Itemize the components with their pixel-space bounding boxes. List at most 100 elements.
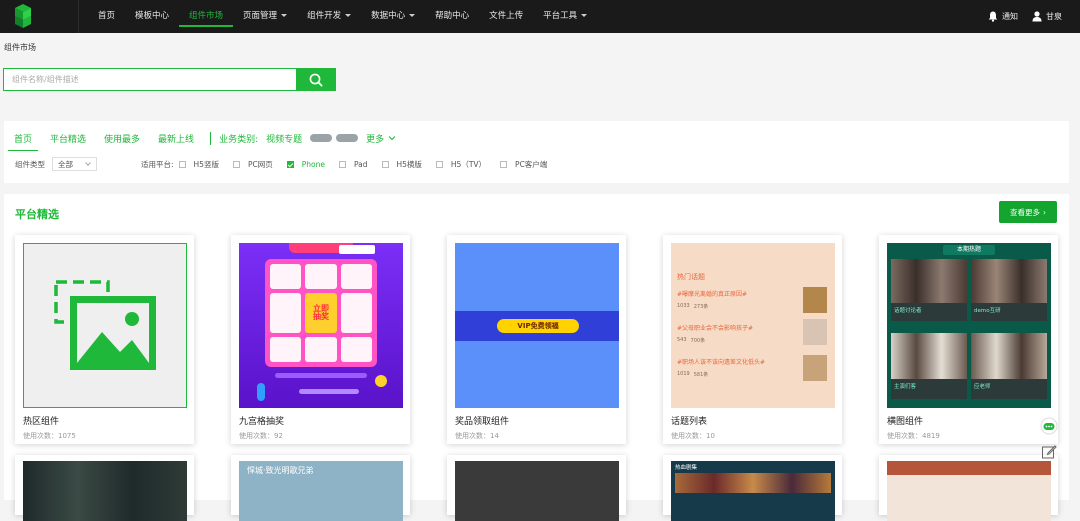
component-card[interactable]: VIP免费领福 奖品领取组件 使用次数：14: [447, 235, 626, 444]
component-card[interactable]: [15, 455, 194, 521]
card-usage: 使用次数：92: [239, 432, 283, 440]
type-select-value: 全部: [58, 159, 73, 169]
hot-tile: 应老师: [971, 333, 1047, 399]
prize-cell: [270, 337, 302, 362]
filter-tabs: 首页 平台精选 使用最多 最新上线 业务类别: 视频专题 更多: [7, 131, 396, 151]
logo-icon[interactable]: [13, 4, 33, 28]
prize-cell: [270, 264, 302, 289]
card-title: 奖品领取组件: [455, 417, 510, 427]
tab-home[interactable]: 首页: [7, 132, 39, 151]
chevron-down-icon: [345, 14, 352, 17]
user-menu[interactable]: 甘泉: [1032, 11, 1062, 22]
platform-pad[interactable]: Pad: [338, 159, 368, 169]
card-usage: 使用次数：1075: [23, 432, 76, 440]
topic-posts: 581条: [693, 372, 709, 378]
checkbox[interactable]: [500, 160, 508, 168]
topic-avatar: [803, 287, 827, 313]
lottery-footer-bar: [275, 373, 367, 378]
biz-category-blurred[interactable]: [310, 134, 333, 142]
nav-item-tools[interactable]: 平台工具: [533, 0, 597, 33]
topic-avatar: [803, 355, 827, 381]
checkbox[interactable]: [232, 160, 240, 168]
chevron-down-icon: [581, 14, 588, 17]
chevron-down-icon: [281, 14, 288, 17]
see-more-label: 查看更多: [1010, 207, 1040, 217]
topic-item: #父母职业会不会影响孩子# 543 700条: [677, 319, 827, 351]
nav-item-data-center[interactable]: 数据中心: [361, 0, 425, 33]
platform-h5-vertical[interactable]: H5竖版: [178, 159, 219, 170]
platform-pc-client[interactable]: PC客户端: [500, 159, 547, 170]
component-card[interactable]: [879, 455, 1058, 521]
chevron-right-icon: ›: [1043, 207, 1046, 217]
tabs-divider: [210, 131, 212, 145]
search-input[interactable]: [3, 68, 296, 91]
platform-label-text: Phone: [301, 159, 325, 169]
search-button[interactable]: [296, 68, 336, 91]
platform-label-text: Pad: [353, 159, 368, 169]
topic-views: 1033: [677, 303, 690, 309]
biz-category-blurred[interactable]: [336, 134, 359, 142]
hot-tile-image: [891, 333, 967, 379]
nav-item-home[interactable]: 首页: [88, 0, 125, 33]
platform-label: 适用平台:: [141, 159, 174, 169]
notify-button[interactable]: 通知: [988, 11, 1018, 22]
card-thumbnail: 悍城·致光明歌兄弟: [239, 461, 403, 521]
nav-item-help[interactable]: 帮助中心: [425, 0, 479, 33]
row2-strip: [887, 461, 1051, 475]
platform-phone[interactable]: Phone: [286, 159, 325, 169]
platform-label-text: PC网页: [247, 159, 273, 169]
type-label: 组件类型: [15, 159, 45, 169]
card-thumbnail: [23, 461, 187, 521]
prize-cell: [270, 292, 302, 334]
biz-category-video[interactable]: 视频专题: [266, 132, 302, 145]
row2-strip: [675, 473, 831, 493]
topic-item: #曝摩光离婚的真正原因# 1033 273条: [677, 287, 827, 317]
type-select[interactable]: 全部: [52, 157, 97, 171]
topic-views: 543: [677, 337, 687, 343]
lottery-start-button: 立即 抽奖: [305, 292, 337, 334]
nav-item-upload[interactable]: 文件上传: [479, 0, 533, 33]
checkbox[interactable]: [178, 160, 186, 168]
section-title: 平台精选: [15, 208, 59, 221]
checkbox[interactable]: [435, 160, 443, 168]
top-navbar: 首页 模板中心 组件市场 页面管理 组件开发 数据中心 帮助中心 文件上传 平台…: [0, 0, 1080, 33]
nav-item-component-market[interactable]: 组件市场: [179, 0, 234, 33]
nav-item-page-manage[interactable]: 页面管理: [233, 0, 297, 33]
tab-newest[interactable]: 最新上线: [158, 132, 194, 145]
card-title: 九宫格抽奖: [239, 417, 285, 427]
hot-tile: 话题讨论者: [891, 259, 967, 321]
search-icon: [309, 73, 323, 86]
checkbox[interactable]: [381, 160, 389, 168]
chat-icon[interactable]: [1040, 417, 1058, 435]
card-thumbnail: 热血剧集: [671, 461, 835, 521]
topic-header: 热门话题: [677, 273, 705, 281]
edit-icon[interactable]: [1040, 443, 1058, 461]
component-card[interactable]: 本期热题 话题讨论者 demo互研 主演们客 应老师 横图组件 使用次数：481…: [879, 235, 1058, 444]
more-categories-button[interactable]: 更多: [366, 132, 396, 145]
tab-most-used[interactable]: 使用最多: [104, 132, 140, 145]
hot-tile-image: [891, 259, 967, 303]
platform-h5-horizontal[interactable]: H5横版: [381, 159, 422, 170]
component-card[interactable]: 热血剧集: [663, 455, 842, 521]
topbar-right: 通知 甘泉: [988, 0, 1062, 33]
component-card[interactable]: 立即 抽奖 九宫格抽奖 使用次数：92: [231, 235, 410, 444]
platform-pc-web[interactable]: PC网页: [232, 159, 273, 170]
user-name: 甘泉: [1046, 12, 1062, 21]
card-usage: 使用次数：10: [671, 432, 715, 440]
platform-h5-tv[interactable]: H5（TV）: [435, 159, 486, 170]
card-thumbnail: [23, 243, 187, 408]
nav-item-component-dev[interactable]: 组件开发: [297, 0, 361, 33]
see-more-button[interactable]: 查看更多 ›: [999, 201, 1057, 223]
nav-item-templates[interactable]: 模板中心: [125, 0, 179, 33]
component-card[interactable]: 热区组件 使用次数：1075: [15, 235, 194, 444]
component-card[interactable]: 热门话题 #曝摩光离婚的真正原因# 1033 273条 #父母职业会不会影响孩子#…: [663, 235, 842, 444]
tab-featured[interactable]: 平台精选: [50, 132, 86, 145]
checkbox-checked[interactable]: [286, 160, 294, 168]
hot-tile-image: [971, 259, 1047, 303]
component-card[interactable]: 悍城·致光明歌兄弟: [231, 455, 410, 521]
checkbox[interactable]: [338, 160, 346, 168]
filter-row: 组件类型 全部 适用平台: H5竖版 PC网页 Phone Pad H5横版 H…: [15, 157, 561, 171]
component-card[interactable]: [447, 455, 626, 521]
prize-cell: [340, 337, 372, 362]
lottery-sign: [339, 245, 375, 254]
